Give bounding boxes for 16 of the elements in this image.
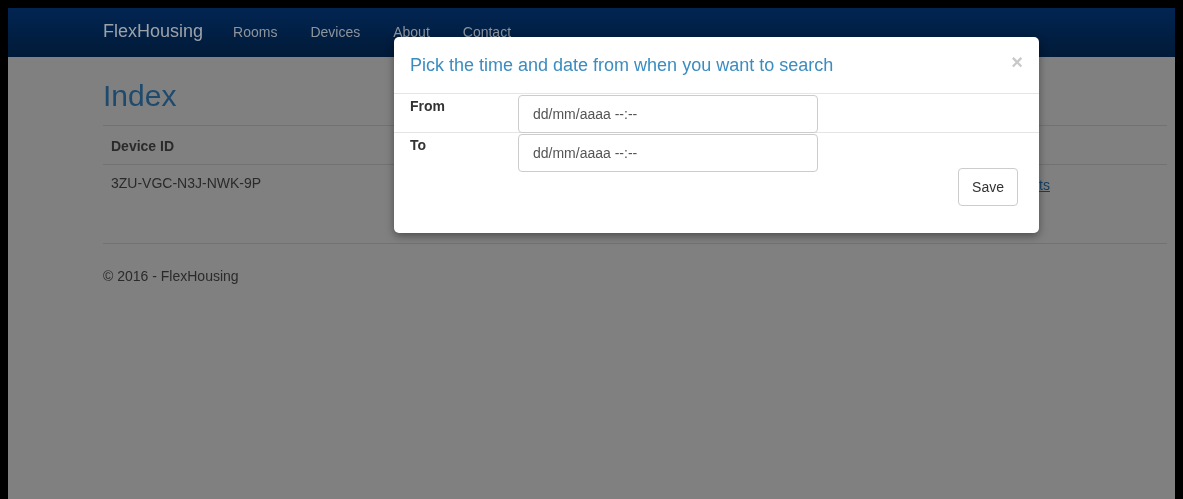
brand-link[interactable]: FlexHousing [103,21,204,42]
table-cell: 3ZU-VGC-N3J-NWK-9P [111,175,262,191]
datetime-field[interactable]: dd/mm/aaaa --:-- [518,95,818,133]
modal-title: Pick the time and date from when you want to search [410,55,834,76]
nav-link[interactable]: Contact [462,23,512,40]
column-header: Device ID [111,138,175,154]
nav-link[interactable]: Rooms [233,23,278,40]
row-link[interactable]: ts [1039,177,1050,193]
nav-link[interactable]: Devices [310,23,361,40]
page-title: Index [103,79,177,114]
footer-text: © 2016 - FlexHousing [103,268,239,284]
field-label: From [409,97,446,114]
save-button[interactable]: Save [958,168,1018,206]
datetime-field[interactable]: dd/mm/aaaa --:-- [518,134,818,172]
nav-link[interactable]: About [393,23,430,40]
field-label: To [409,136,428,153]
